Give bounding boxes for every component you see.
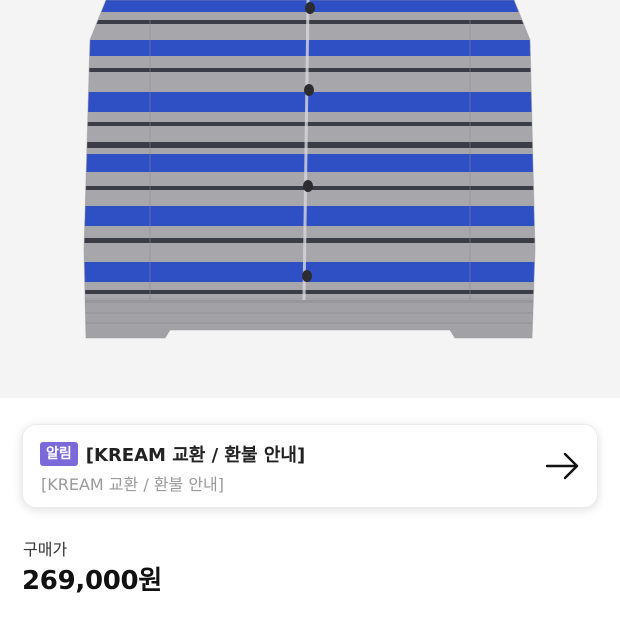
notice-card[interactable]: 알림 [KREAM 교환 / 환불 안내] [KREAM 교환 / 환불 안내] <box>22 424 598 508</box>
price-value: 269,000원 <box>22 566 162 596</box>
button-icon <box>305 2 315 14</box>
button-icon <box>302 270 312 282</box>
notice-badge: 알림 <box>40 442 78 466</box>
button-icon <box>304 84 314 96</box>
product-image[interactable] <box>0 0 620 398</box>
cardigan-illustration <box>0 0 620 398</box>
notice-title-row: 알림 [KREAM 교환 / 환불 안내] <box>40 441 305 467</box>
arrow-right-icon[interactable] <box>545 451 581 481</box>
button-icon <box>303 180 313 192</box>
price-label: 구매가 <box>23 540 68 559</box>
notice-title: [KREAM 교환 / 환불 안내] <box>85 445 306 466</box>
notice-subtitle: [KREAM 교환 / 환불 안내] <box>41 475 225 494</box>
knit-stripes <box>84 0 535 338</box>
